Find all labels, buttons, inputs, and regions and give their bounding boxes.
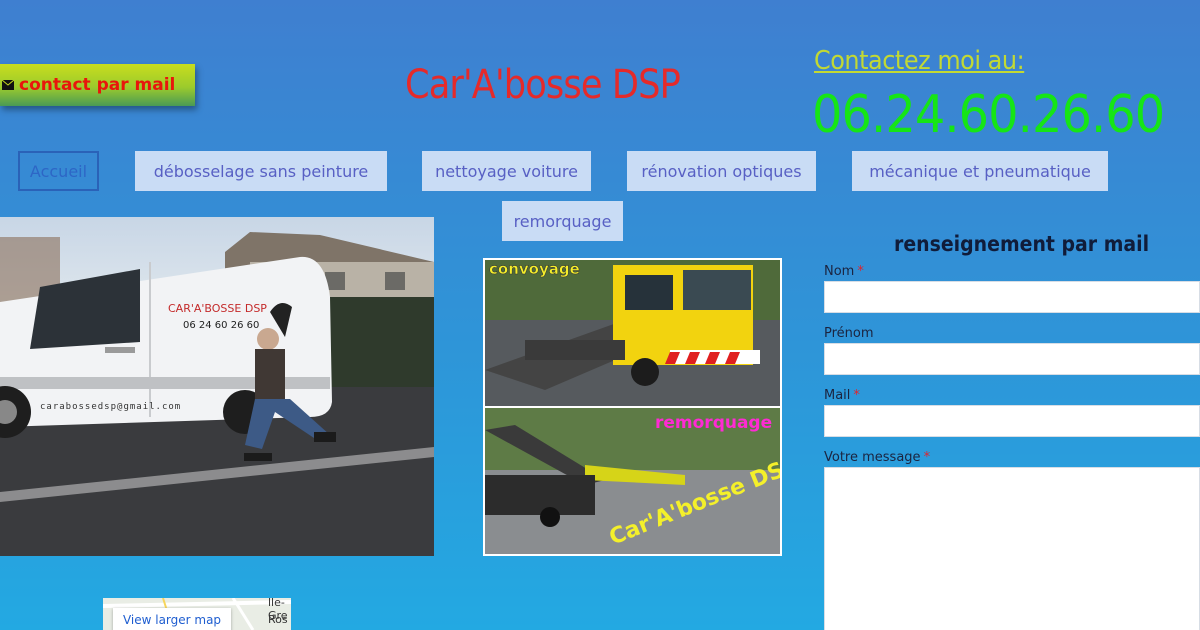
nom-label-text: Nom bbox=[824, 264, 855, 279]
nav-item-nettoyage[interactable]: nettoyage voiture bbox=[422, 151, 591, 191]
view-larger-map-label: View larger map bbox=[122, 613, 222, 627]
prenom-field[interactable] bbox=[824, 343, 1200, 375]
remorquage-caption: remorquage bbox=[655, 413, 772, 433]
nav-item-debosselage[interactable]: débosselage sans peinture bbox=[135, 151, 387, 191]
van-email-text: carabossedsp@gmail.com bbox=[40, 402, 181, 412]
view-larger-map-button[interactable]: View larger map bbox=[113, 608, 231, 630]
van-phone-text: 06 24 60 26 60 bbox=[183, 320, 259, 331]
envelope-icon bbox=[2, 80, 14, 90]
phone-number: 06.24.60.26.60 bbox=[812, 85, 1165, 145]
nav-item-label: Accueil bbox=[29, 161, 88, 181]
contact-mail-label: contact par mail bbox=[19, 75, 176, 95]
form-title: renseignement par mail bbox=[894, 232, 1150, 256]
nav-item-mecanique[interactable]: mécanique et pneumatique bbox=[852, 151, 1108, 191]
prenom-label: Prénom bbox=[824, 326, 874, 341]
prenom-label-text: Prénom bbox=[824, 326, 874, 341]
van-photo: CAR'A'BOSSE DSP 06 24 60 26 60 carabosse… bbox=[0, 217, 434, 556]
nom-field[interactable] bbox=[824, 281, 1200, 313]
nav-item-label: rénovation optiques bbox=[641, 161, 802, 181]
mail-label-text: Mail bbox=[824, 388, 851, 403]
contact-mail-button[interactable]: contact par mail bbox=[0, 64, 195, 106]
convoyage-caption: convoyage bbox=[489, 260, 580, 278]
required-marker: * bbox=[857, 264, 864, 279]
nom-label: Nom * bbox=[824, 264, 864, 279]
message-label-text: Votre message bbox=[824, 450, 921, 465]
required-marker: * bbox=[853, 388, 860, 403]
nav-item-remorquage[interactable]: remorquage bbox=[502, 201, 623, 241]
nav-item-label: mécanique et pneumatique bbox=[869, 161, 1091, 181]
contact-label[interactable]: Contactez moi au: bbox=[814, 46, 1025, 76]
message-label: Votre message * bbox=[824, 450, 930, 465]
nav-item-label: nettoyage voiture bbox=[435, 161, 578, 181]
message-field[interactable] bbox=[824, 467, 1200, 630]
required-marker: * bbox=[923, 450, 931, 465]
nav-item-label: débosselage sans peinture bbox=[153, 161, 369, 181]
towing-photo: convoyage remorquage Car'A'bosse DSP bbox=[483, 258, 803, 556]
map-place-label: Ros bbox=[268, 613, 288, 626]
nav-item-renovation[interactable]: rénovation optiques bbox=[627, 151, 816, 191]
mail-field[interactable] bbox=[824, 405, 1200, 437]
van-logo-text: CAR'A'BOSSE DSP bbox=[168, 302, 267, 315]
site-title: Car'A'bosse DSP bbox=[405, 62, 681, 108]
nav-item-label: remorquage bbox=[513, 211, 612, 231]
mail-label: Mail * bbox=[824, 388, 860, 403]
nav-item-accueil[interactable]: Accueil bbox=[18, 151, 99, 191]
map-embed[interactable]: lle-Gre View larger map Ros bbox=[103, 598, 291, 630]
